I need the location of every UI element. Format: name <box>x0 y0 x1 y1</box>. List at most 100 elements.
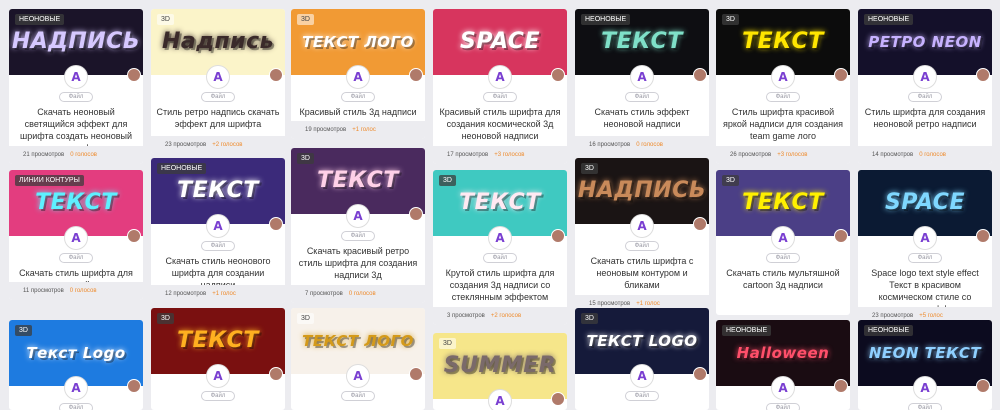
user-avatar[interactable] <box>976 68 990 82</box>
author-logo-icon[interactable]: A <box>347 66 369 88</box>
template-card[interactable]: 3D ТЕКСТ A Файл Скачать стиль мультяшной car… <box>716 170 850 315</box>
author-logo-icon[interactable]: A <box>207 66 229 88</box>
template-card[interactable]: 3D ТЕКСТ LOGO A Файл <box>575 308 709 410</box>
user-avatar[interactable] <box>269 217 283 231</box>
category-tag: 3D <box>722 14 739 25</box>
user-avatar[interactable] <box>976 229 990 243</box>
author-logo-icon[interactable]: A <box>489 66 511 88</box>
views-count: 16 просмотров <box>589 142 631 148</box>
file-type-badge: Файл <box>766 403 800 410</box>
card-title[interactable]: Скачать стиль шрифта с неоновым контуром… <box>575 251 709 297</box>
thumbnail-text: ТЕКСТ <box>35 190 117 215</box>
card-stats: 19 просмотров +1 голос <box>291 121 425 139</box>
card-stats: 14 просмотров 0 голосов <box>858 146 992 164</box>
user-avatar[interactable] <box>409 367 423 381</box>
category-tag: 3D <box>581 163 598 174</box>
card-title[interactable]: Крутой стиль шрифта для создания 3д надп… <box>433 263 567 309</box>
user-avatar[interactable] <box>409 207 423 221</box>
votes-count: +1 голос <box>212 291 236 297</box>
template-card[interactable]: НЕОНОВЫЕ Halloween A Файл <box>716 320 850 410</box>
file-type-badge: Файл <box>908 253 942 263</box>
author-logo-icon[interactable]: A <box>914 66 936 88</box>
template-card[interactable]: SPACE A Файл Красивый стиль шрифта для созд… <box>433 9 567 164</box>
author-logo-icon[interactable]: A <box>631 215 653 237</box>
file-type-badge: Файл <box>766 92 800 102</box>
template-card[interactable]: 3D ТЕКСТ ЛОГО A Файл <box>291 308 425 410</box>
template-card[interactable]: НЕОНОВЫЕ НАДПИСЬ A Файл Скачать неоновый све… <box>9 9 143 164</box>
author-logo-icon[interactable]: A <box>207 215 229 237</box>
thumbnail-text: Надпись <box>161 29 275 54</box>
file-type-badge: Файл <box>766 253 800 263</box>
category-tag: 3D <box>297 14 314 25</box>
author-logo-icon[interactable]: A <box>65 66 87 88</box>
author-logo-icon[interactable]: A <box>914 227 936 249</box>
template-card[interactable]: 3D ТЕКСТ ЛОГО A Файл Красивый стиль 3д надпи… <box>291 9 425 139</box>
user-avatar[interactable] <box>551 229 565 243</box>
author-logo-icon[interactable]: A <box>772 227 794 249</box>
author-logo-icon[interactable]: A <box>65 227 87 249</box>
user-avatar[interactable] <box>409 68 423 82</box>
template-card[interactable]: 3D ТЕКСТ A Файл <box>151 308 285 410</box>
category-tag: 3D <box>157 14 174 25</box>
views-count: 14 просмотров <box>872 152 914 158</box>
votes-count: +2 голосов <box>490 313 522 319</box>
category-tag: НЕОНОВЫЕ <box>15 14 65 25</box>
file-type-badge: Файл <box>625 92 659 102</box>
category-tag: НЕОНОВЫЕ <box>722 325 772 336</box>
file-type-badge: Файл <box>625 241 659 251</box>
card-title[interactable]: Скачать стиль эффект неоновой надписи <box>575 102 709 136</box>
template-card[interactable]: 3D Текст Logo A Файл <box>9 320 143 410</box>
card-title[interactable]: Скачать стиль мультяшной cartoon 3д надп… <box>716 263 850 297</box>
template-card[interactable]: 3D ТЕКСТ A Файл Крутой стиль шрифта для созд… <box>433 170 567 325</box>
template-card[interactable]: НЕОНОВЫЕ РЕТРО NEON A Файл Стиль шрифта для … <box>858 9 992 164</box>
author-logo-icon[interactable]: A <box>347 205 369 227</box>
author-logo-icon[interactable]: A <box>772 377 794 399</box>
author-logo-icon[interactable]: A <box>631 365 653 387</box>
card-title[interactable]: Стиль шрифта красивой яркой надписи для … <box>716 102 850 148</box>
author-logo-icon[interactable]: A <box>772 66 794 88</box>
template-card[interactable]: 3D ТЕКСТ A Файл Скачать красивый ретро стиль… <box>291 148 425 303</box>
user-avatar[interactable] <box>693 68 707 82</box>
template-card[interactable]: 3D НАДПИСЬ A Файл Скачать стиль шрифта с нео… <box>575 158 709 313</box>
template-card[interactable]: НЕОНОВЫЕ NEON ТЕКСТ A Файл <box>858 320 992 410</box>
author-logo-icon[interactable]: A <box>631 66 653 88</box>
user-avatar[interactable] <box>693 217 707 231</box>
user-avatar[interactable] <box>693 367 707 381</box>
author-logo-icon[interactable]: A <box>489 390 511 410</box>
user-avatar[interactable] <box>127 379 141 393</box>
author-logo-icon[interactable]: A <box>489 227 511 249</box>
template-card[interactable]: НЕОНОВЫЕ ТЕКСТ A Файл Скачать стиль эффект н… <box>575 9 709 154</box>
author-logo-icon[interactable]: A <box>914 377 936 399</box>
file-type-badge: Файл <box>483 92 517 102</box>
template-card[interactable]: 3D ТЕКСТ A Файл Стиль шрифта красивой яркой … <box>716 9 850 164</box>
file-type-badge: Файл <box>341 92 375 102</box>
template-card[interactable]: 3D Надпись A Файл Стиль ретро надпись скачат… <box>151 9 285 154</box>
views-count: 23 просмотров <box>165 142 207 148</box>
card-title[interactable]: Стиль шрифта для создания неоновой ретро… <box>858 102 992 136</box>
user-avatar[interactable] <box>269 68 283 82</box>
author-logo-icon[interactable]: A <box>347 365 369 387</box>
user-avatar[interactable] <box>551 68 565 82</box>
votes-count: 0 голосов <box>69 288 97 294</box>
card-title[interactable]: Скачать красивый ретро стиль шрифта для … <box>291 241 425 287</box>
user-avatar[interactable] <box>834 68 848 82</box>
card-title[interactable]: Стиль ретро надпись скачать эффект для ш… <box>151 102 285 136</box>
thumbnail-text: ТЕКСТ LOGO <box>586 331 698 350</box>
user-avatar[interactable] <box>834 229 848 243</box>
template-card[interactable]: ЛИНИИ КОНТУРЫ ТЕКСТ A Файл Скачать стиль шри… <box>9 170 143 300</box>
category-tag: НЕОНОВЫЕ <box>864 325 914 336</box>
template-card[interactable]: 3DSUMMERAФайл <box>433 333 567 410</box>
user-avatar[interactable] <box>127 229 141 243</box>
user-avatar[interactable] <box>834 379 848 393</box>
cards-grid: НЕОНОВЫЕ НАДПИСЬ A Файл Скачать неоновый све… <box>0 0 1000 410</box>
template-card[interactable]: НЕОНОВЫЕ ТЕКСТ A Файл Скачать стиль неоновог… <box>151 158 285 303</box>
user-avatar[interactable] <box>127 68 141 82</box>
user-avatar[interactable] <box>976 379 990 393</box>
author-logo-icon[interactable]: A <box>207 365 229 387</box>
user-avatar[interactable] <box>551 392 565 406</box>
template-card[interactable]: SPACE A Файл Space logo text style effect Т… <box>858 170 992 325</box>
author-logo-icon[interactable]: A <box>65 377 87 399</box>
category-tag: 3D <box>581 313 598 324</box>
card-title[interactable]: Красивый стиль шрифта для создания косми… <box>433 102 567 148</box>
user-avatar[interactable] <box>269 367 283 381</box>
